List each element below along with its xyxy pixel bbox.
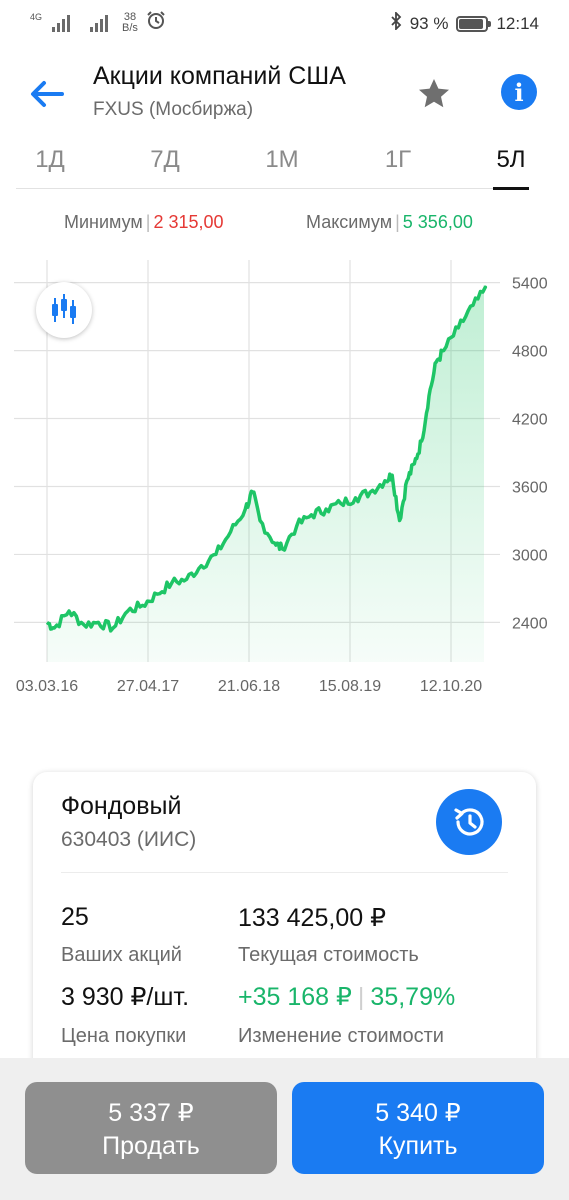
min-value: 2 315,00 (153, 212, 224, 232)
shares-label: Ваших акций (61, 944, 182, 966)
trade-action-bar: 5 337 ₽ Продать 5 340 ₽ Купить (0, 1058, 569, 1200)
tab-label: 7Д (150, 146, 180, 173)
star-icon (419, 79, 449, 108)
value-change: +35 168 ₽ | 35,79% (238, 982, 455, 1012)
y-tick-label: 2400 (512, 615, 548, 632)
change-separator: | (357, 983, 365, 1011)
tab-label: 1Д (35, 146, 65, 173)
tab-1y[interactable]: 1Г (368, 146, 428, 174)
sell-price: 5 337 ₽ (108, 1099, 194, 1127)
x-axis-labels: 03.03.16 27.04.17 21.06.18 15.08.19 12.10.20 (16, 678, 482, 695)
buy-price-label: Цена покупки (61, 1025, 187, 1047)
portfolio-name: Фондовый (61, 792, 182, 820)
favorite-button[interactable] (416, 76, 452, 112)
chart-area-fill (47, 287, 486, 662)
tab-1d[interactable]: 1Д (20, 146, 80, 174)
buy-button[interactable]: 5 340 ₽ Купить (292, 1082, 544, 1174)
clock: 12:14 (496, 13, 539, 33)
back-button[interactable] (26, 74, 66, 114)
page-title: Акции компаний США (93, 62, 346, 90)
tab-5y[interactable]: 5Л (481, 146, 541, 190)
network-type: 4G (30, 12, 43, 22)
candlestick-icon (52, 294, 76, 324)
min-separator: | (145, 212, 151, 232)
x-tick-label: 21.06.18 (218, 678, 280, 695)
tab-1m[interactable]: 1М (252, 146, 312, 174)
period-tabs: 1Д 7Д 1М 1Г 5Л (0, 140, 569, 190)
status-right: 93 % 12:14 (390, 10, 539, 35)
battery-level (459, 18, 484, 29)
history-button[interactable] (436, 789, 502, 855)
signal-icon-2 (90, 14, 109, 32)
tab-7d[interactable]: 7Д (135, 146, 195, 174)
status-bar: 4G 38 B/s 93 % 12:14 (0, 0, 569, 48)
ticker-subtitle: FXUS (Мосбиржа) (93, 99, 254, 120)
tabs-divider (16, 188, 521, 189)
range-min: Минимум | 2 315,00 (64, 212, 224, 233)
y-tick-label: 3600 (512, 479, 548, 496)
account-number: 630403 (ИИС) (61, 828, 197, 851)
max-separator: | (395, 212, 400, 232)
range-max: Максимум | 5 356,00 (306, 212, 473, 233)
buy-price: 3 930 ₽/шт. (61, 983, 190, 1011)
portfolio-card: Фондовый 630403 (ИИС) 25 Ваших акций 133… (33, 772, 536, 1092)
y-tick-label: 4200 (512, 412, 548, 429)
network-speed-unit: B/s (122, 21, 138, 34)
tab-label: 1Г (384, 146, 412, 173)
change-amount: +35 168 ₽ (238, 983, 352, 1011)
x-tick-label: 15.08.19 (319, 678, 381, 695)
candlestick-toggle-button[interactable] (36, 282, 92, 338)
card-divider (61, 872, 508, 873)
status-left: 4G 38 B/s (30, 10, 166, 35)
x-tick-label: 27.04.17 (117, 678, 179, 695)
buy-label: Купить (378, 1132, 458, 1160)
signal-icon (52, 14, 71, 32)
info-icon: i (514, 77, 524, 107)
network-speed: 38 B/s (122, 11, 138, 34)
tab-label: 5Л (496, 146, 526, 173)
shares-count: 25 (61, 903, 89, 931)
min-label: Минимум (64, 212, 143, 232)
arrow-left-icon (31, 81, 64, 107)
max-value: 5 356,00 (402, 212, 473, 232)
current-value: 133 425,00 ₽ (238, 904, 386, 932)
price-range: Минимум | 2 315,00 Максимум | 5 356,00 (0, 212, 569, 238)
battery-icon (456, 15, 492, 32)
tab-underline (493, 187, 529, 190)
history-icon (454, 808, 484, 836)
y-axis-labels: 5400 4800 4200 3600 3000 2400 (512, 276, 548, 633)
sell-label: Продать (102, 1132, 200, 1160)
y-tick-label: 4800 (512, 344, 548, 361)
change-percent: 35,79% (370, 983, 456, 1011)
change-label: Изменение стоимости (238, 1025, 444, 1047)
y-tick-label: 3000 (512, 547, 548, 564)
x-tick-label: 03.03.16 (16, 678, 78, 695)
buy-price-button: 5 340 ₽ (375, 1099, 461, 1127)
battery-percent: 93 % (409, 13, 449, 33)
sell-button[interactable]: 5 337 ₽ Продать (25, 1082, 277, 1174)
alarm-icon (146, 10, 166, 35)
x-tick-label: 12.10.20 (420, 678, 482, 695)
y-tick-label: 5400 (512, 276, 548, 293)
current-value-label: Текущая стоимость (238, 944, 419, 966)
max-label: Максимум (306, 212, 393, 232)
info-button[interactable]: i (501, 74, 537, 110)
tab-label: 1М (265, 146, 299, 173)
bluetooth-icon (390, 10, 402, 35)
